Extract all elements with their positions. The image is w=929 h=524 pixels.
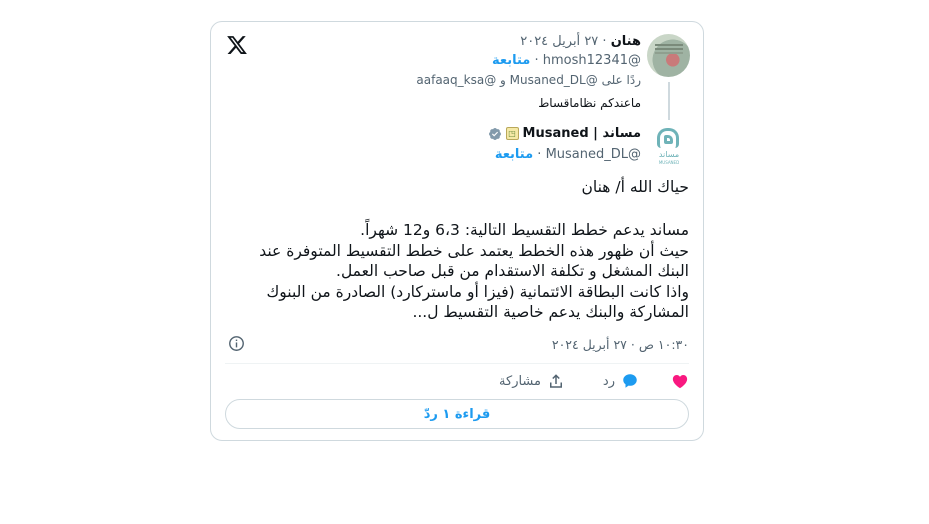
info-icon[interactable] <box>228 335 245 352</box>
share-label: مشاركة <box>499 373 541 389</box>
reply-author-row: هنان · ٢٧ أبريل ٢٠٢٤ <box>520 34 641 49</box>
x-logo-icon[interactable] <box>226 34 248 56</box>
tweet-body: مساند يدعم خطط التقسيط التالية: 6،3 و12 … <box>259 221 689 321</box>
heart-icon <box>672 375 688 389</box>
avatar-musaned[interactable]: مساند MUSANED <box>652 126 686 166</box>
main-author-row: مساند | Musaned ◳ <box>488 126 641 141</box>
avatar-hanan[interactable] <box>647 34 690 77</box>
thread-connector <box>668 82 670 120</box>
reply-date[interactable]: ٢٧ أبريل ٢٠٢٤ <box>520 34 598 49</box>
reply-bubble-icon <box>623 374 637 388</box>
embedded-tweet-card: هنان · ٢٧ أبريل ٢٠٢٤ @hmosh12341 · متابع… <box>210 21 704 441</box>
divider <box>225 363 689 364</box>
replying-to: ردًا على @Musaned_DL و @aafaaq_ksa <box>416 73 641 87</box>
reply-author-name[interactable]: هنان <box>611 34 641 49</box>
main-author-name[interactable]: مساند | Musaned <box>523 126 641 141</box>
main-follow-link[interactable]: متابعة <box>495 147 533 162</box>
avatar-logo-sub: MUSANED <box>658 160 680 165</box>
tweet-greeting: حياك الله أ/ هنان <box>581 178 690 196</box>
share-icon <box>550 374 562 388</box>
avatar-logo-text: مساند <box>658 150 680 159</box>
reply-button[interactable]: رد <box>603 372 639 390</box>
main-handle[interactable]: @Musaned_DL <box>546 147 641 162</box>
reply-handle-row: @hmosh12341 · متابعة <box>492 53 641 68</box>
reply-handle[interactable]: @hmosh12341 <box>543 53 641 68</box>
like-button[interactable] <box>671 372 689 390</box>
affiliate-badge-icon: ◳ <box>505 127 519 140</box>
main-handle-row: @Musaned_DL · متابعة <box>494 147 641 162</box>
reply-label: رد <box>602 373 615 389</box>
reply-text: ماعندكم نظاماقساط <box>538 96 641 110</box>
tweet-timestamp[interactable]: ١٠:٣٠ ص · ٢٧ أبريل ٢٠٢٤ <box>552 337 689 352</box>
reply-follow-link[interactable]: متابعة <box>492 53 530 68</box>
share-button[interactable]: مشاركة <box>499 372 565 390</box>
read-replies-button[interactable]: قراءة ١ ردّ <box>225 399 689 429</box>
verified-badge-icon <box>488 127 501 140</box>
